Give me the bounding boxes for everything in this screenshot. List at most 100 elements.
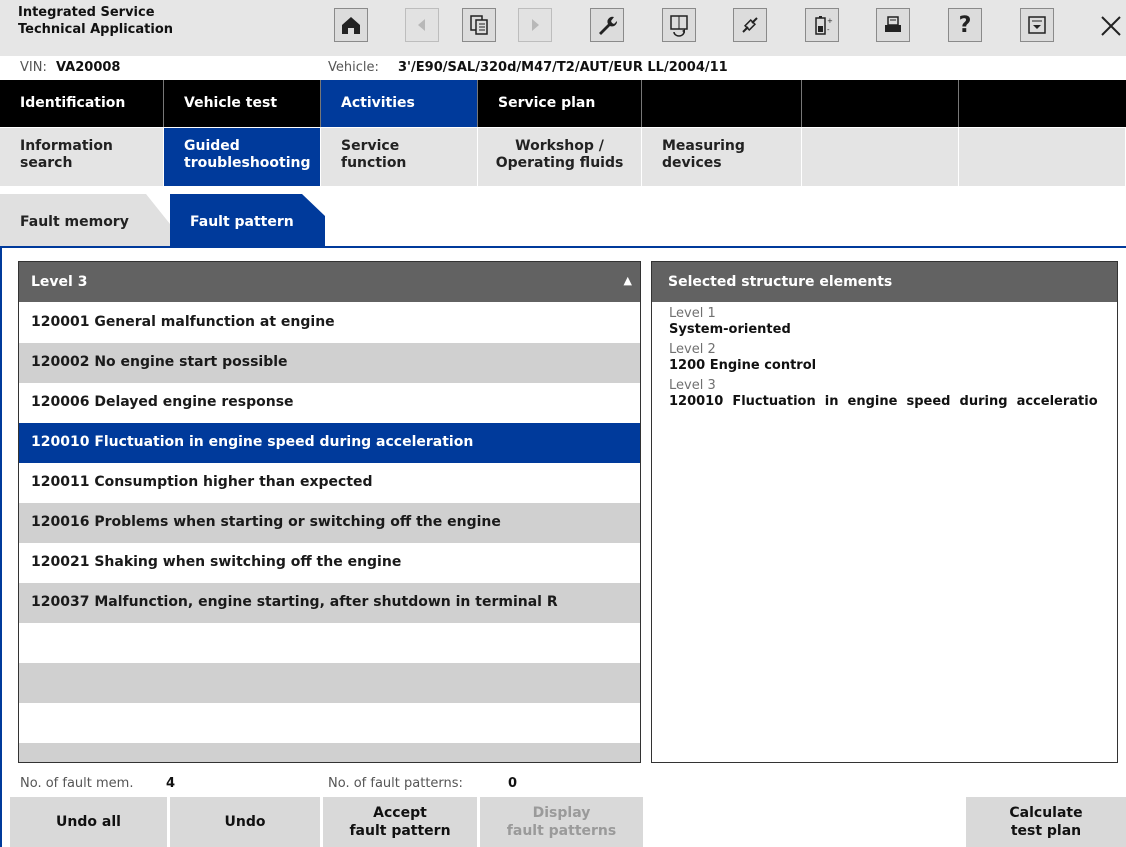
structure-level-value: 1200 Engine control bbox=[669, 358, 817, 373]
list-item-label: 120011 Consumption higher than expected bbox=[31, 474, 373, 490]
tab-identification[interactable]: Identification bbox=[0, 80, 164, 127]
code-sheet-icon bbox=[670, 15, 688, 37]
list-item[interactable]: 120006 Delayed engine response bbox=[19, 383, 640, 423]
breadcrumb-fault-pattern[interactable]: Fault pattern bbox=[170, 194, 325, 248]
subtab-label-line2: search bbox=[20, 155, 73, 171]
subtab-label-line2: troubleshooting bbox=[184, 155, 311, 171]
list-item[interactable]: 120016 Problems when starting or switchi… bbox=[19, 503, 640, 543]
print-button[interactable] bbox=[876, 8, 910, 42]
tab-service-plan[interactable]: Service plan bbox=[478, 80, 642, 127]
structure-level-label: Level 3 bbox=[669, 378, 716, 393]
level-list-panel: Level 3 ▲ 120001 General malfunction at … bbox=[18, 261, 641, 763]
forward-button[interactable] bbox=[518, 8, 552, 42]
list-item-label: 120021 Shaking when switching off the en… bbox=[31, 554, 402, 570]
sort-up-icon[interactable]: ▲ bbox=[624, 274, 632, 287]
back-button[interactable] bbox=[405, 8, 439, 42]
subtab-information-search[interactable]: Information search bbox=[0, 128, 164, 186]
help-button[interactable]: ? bbox=[948, 8, 982, 42]
main-tab-bar: Identification Vehicle test Activities S… bbox=[0, 80, 1126, 127]
code-sheet-button[interactable] bbox=[662, 8, 696, 42]
documents-button[interactable] bbox=[462, 8, 496, 42]
tab-label: Identification bbox=[20, 95, 126, 111]
breadcrumb-label: Fault memory bbox=[20, 214, 129, 230]
list-item[interactable]: 120002 No engine start possible bbox=[19, 343, 640, 383]
home-button[interactable] bbox=[334, 8, 368, 42]
battery-button[interactable]: + - bbox=[805, 8, 839, 42]
wrench-icon bbox=[599, 16, 618, 35]
dropdown-menu-button[interactable] bbox=[1020, 8, 1054, 42]
subtab-label-line1: Measuring bbox=[662, 138, 745, 154]
structure-level-label: Level 1 bbox=[669, 306, 716, 321]
tab-empty-2 bbox=[802, 80, 959, 127]
display-fault-patterns-button[interactable]: Display fault patterns bbox=[480, 797, 643, 847]
tab-label: Activities bbox=[341, 95, 415, 111]
list-item[interactable]: 120037 Malfunction, engine starting, aft… bbox=[19, 583, 640, 623]
subtab-empty-1 bbox=[802, 128, 959, 186]
subtab-measuring-devices[interactable]: Measuring devices bbox=[642, 128, 802, 186]
vehicle-value: 3'/E90/SAL/320d/M47/T2/AUT/EUR LL/2004/1… bbox=[398, 60, 728, 75]
list-item-empty bbox=[19, 623, 640, 663]
tab-vehicle-test[interactable]: Vehicle test bbox=[164, 80, 321, 127]
subtab-label-line2: Operating fluids bbox=[495, 155, 624, 171]
list-item[interactable]: 120001 General malfunction at engine bbox=[19, 303, 640, 343]
fault-memory-count-label: No. of fault mem. bbox=[20, 776, 134, 791]
back-arrow-icon bbox=[418, 19, 425, 31]
structure-panel: Selected structure elements Level 1 Syst… bbox=[651, 261, 1118, 763]
sub-tab-bar: Information search Guided troubleshootin… bbox=[0, 128, 1126, 186]
subtab-label-line2: devices bbox=[662, 155, 722, 171]
button-label: Undo all bbox=[56, 814, 121, 830]
structure-panel-title: Selected structure elements bbox=[668, 274, 893, 290]
title-bar: Integrated Service Technical Application… bbox=[0, 0, 1126, 56]
app-title: Integrated Service Technical Application bbox=[18, 4, 173, 38]
list-item[interactable]: 120011 Consumption higher than expected bbox=[19, 463, 640, 503]
list-item-label: 120002 No engine start possible bbox=[31, 354, 288, 370]
cable-button[interactable] bbox=[733, 8, 767, 42]
list-item-empty bbox=[19, 663, 640, 703]
battery-icon: +- bbox=[815, 16, 833, 35]
tab-label: Vehicle test bbox=[184, 95, 278, 111]
structure-level-value: 120010 Fluctuation in engine speed durin… bbox=[669, 394, 1098, 409]
structure-level-label: Level 2 bbox=[669, 342, 716, 357]
button-label-line1: Calculate bbox=[1009, 805, 1083, 821]
vehicle-info-row: VIN: VA20008 Vehicle: 3'/E90/SAL/320d/M4… bbox=[0, 56, 1126, 80]
breadcrumb-divider bbox=[0, 246, 1126, 248]
button-label-line2: test plan bbox=[1010, 823, 1082, 839]
button-label-line2: fault patterns bbox=[506, 823, 617, 839]
content-left-border bbox=[0, 246, 2, 847]
tab-activities[interactable]: Activities bbox=[321, 80, 478, 127]
subtab-workshop-operating-fluids[interactable]: Workshop / Operating fluids bbox=[478, 128, 642, 186]
list-item-label: 120016 Problems when starting or switchi… bbox=[31, 514, 501, 530]
help-icon: ? bbox=[958, 12, 972, 38]
accept-fault-pattern-button[interactable]: Accept fault pattern bbox=[323, 797, 477, 847]
undo-all-button[interactable]: Undo all bbox=[10, 797, 167, 847]
wrench-button[interactable] bbox=[590, 8, 624, 42]
fault-pattern-count-label: No. of fault patterns: bbox=[328, 776, 463, 791]
fault-pattern-count-value: 0 bbox=[508, 776, 518, 791]
list-item-label: 120037 Malfunction, engine starting, aft… bbox=[31, 594, 558, 610]
structure-panel-header: Selected structure elements bbox=[652, 262, 1117, 302]
close-button[interactable] bbox=[1096, 10, 1126, 42]
tab-empty-1 bbox=[642, 80, 802, 127]
level-list-header[interactable]: Level 3 ▲ bbox=[19, 262, 640, 302]
close-icon bbox=[1101, 16, 1121, 36]
vin-label: VIN: bbox=[20, 60, 47, 75]
subtab-service-function[interactable]: Service function bbox=[321, 128, 478, 186]
calculate-test-plan-button[interactable]: Calculate test plan bbox=[966, 797, 1126, 847]
list-item[interactable]: 120021 Shaking when switching off the en… bbox=[19, 543, 640, 583]
documents-icon bbox=[470, 15, 488, 35]
svg-text:+: + bbox=[827, 17, 833, 25]
button-label-line1: Display bbox=[532, 805, 591, 821]
fault-memory-count-value: 4 bbox=[166, 776, 176, 791]
subtab-guided-troubleshooting[interactable]: Guided troubleshooting bbox=[164, 128, 321, 186]
app-title-line2: Technical Application bbox=[18, 22, 174, 37]
cable-icon bbox=[742, 17, 758, 33]
undo-button[interactable]: Undo bbox=[170, 797, 320, 847]
breadcrumb-fault-memory[interactable]: Fault memory bbox=[0, 194, 170, 248]
subtab-label-line2: function bbox=[341, 155, 407, 171]
tab-label: Service plan bbox=[498, 95, 596, 111]
list-item-selected[interactable]: 120010 Fluctuation in engine speed durin… bbox=[19, 423, 640, 463]
list-item-label: 120010 Fluctuation in engine speed durin… bbox=[31, 434, 474, 450]
svg-text:-: - bbox=[827, 26, 830, 34]
list-item-empty bbox=[19, 703, 640, 743]
breadcrumb: Fault memory Fault pattern bbox=[0, 194, 1126, 248]
